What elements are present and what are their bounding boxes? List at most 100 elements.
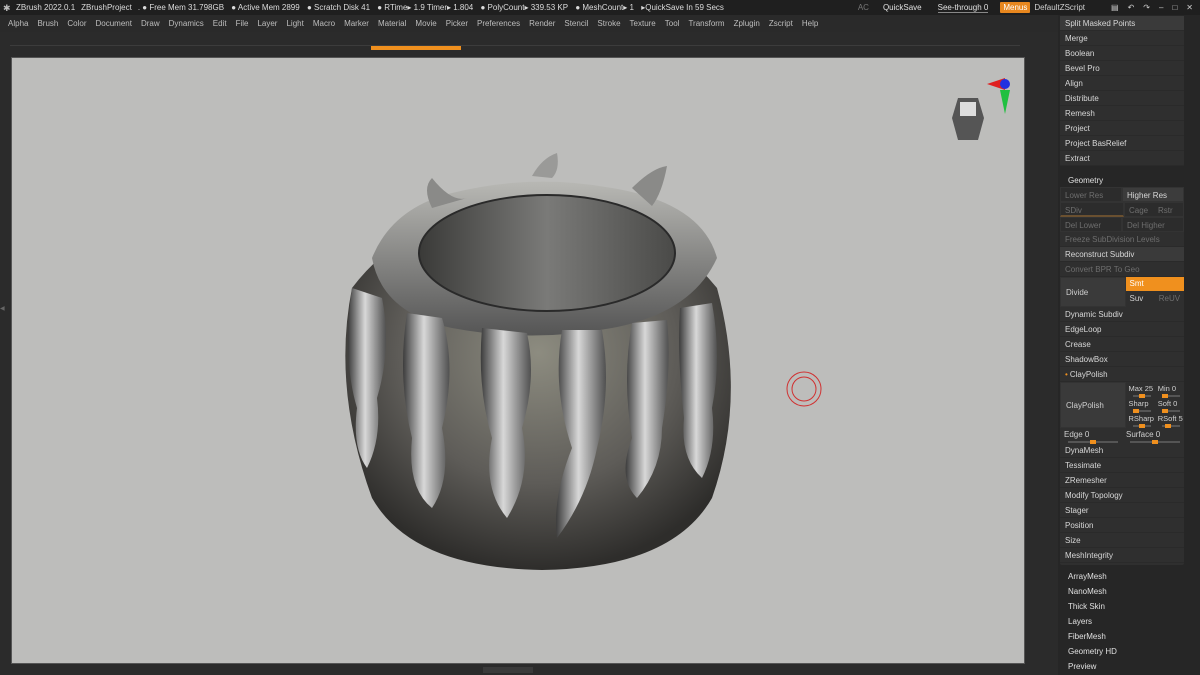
del-lower-button[interactable]: Del Lower (1060, 217, 1122, 232)
menu-tool[interactable]: Tool (665, 19, 680, 28)
close-icon[interactable]: ✕ (1186, 3, 1196, 12)
maximize-icon[interactable]: □ (1172, 3, 1180, 12)
suv-toggle[interactable]: Suv (1126, 291, 1155, 306)
menu-color[interactable]: Color (67, 19, 86, 28)
menu-alpha[interactable]: Alpha (8, 19, 28, 28)
surface-slider[interactable]: Surface 0 (1122, 428, 1184, 444)
menu-stencil[interactable]: Stencil (564, 19, 588, 28)
dynamesh-button[interactable]: DynaMesh (1060, 443, 1184, 458)
project-basrelief-button[interactable]: Project BasRelief (1060, 136, 1184, 151)
dynamic-subdiv-button[interactable]: Dynamic Subdiv (1060, 307, 1184, 322)
min-slider[interactable]: Min 0 (1155, 382, 1184, 398)
max-slider[interactable]: Max 25 (1126, 382, 1155, 398)
claypolish-header[interactable]: • ClayPolish (1060, 367, 1184, 382)
geometry-hd-button[interactable]: Geometry HD (1062, 644, 1186, 659)
shadowbox-button[interactable]: ShadowBox (1060, 352, 1184, 367)
menu-zplugin[interactable]: Zplugin (734, 19, 760, 28)
active-mem-stat: ● Active Mem 2899 (231, 3, 300, 12)
layers-button[interactable]: Layers (1062, 614, 1186, 629)
bevel-pro-button[interactable]: Bevel Pro (1060, 61, 1184, 76)
see-through-slider[interactable]: See-through 0 (937, 3, 989, 13)
edgeloop-button[interactable]: EdgeLoop (1060, 322, 1184, 337)
boolean-button[interactable]: Boolean (1060, 46, 1184, 61)
minimize-icon[interactable]: – (1159, 3, 1166, 12)
status-stats: . ● Free Mem 31.798GB ● Active Mem 2899 … (138, 3, 729, 12)
fibermesh-button[interactable]: FiberMesh (1062, 629, 1186, 644)
tessimate-button[interactable]: Tessimate (1060, 458, 1184, 473)
menu-brush[interactable]: Brush (37, 19, 58, 28)
menu-edit[interactable]: Edit (213, 19, 227, 28)
default-zscript-button[interactable]: DefaultZScript (1034, 3, 1085, 12)
lower-res-button[interactable]: Lower Res (1060, 187, 1122, 202)
menu-material[interactable]: Material (378, 19, 406, 28)
divide-button[interactable]: Divide (1060, 277, 1126, 307)
ac-button[interactable]: AC (858, 3, 869, 12)
stager-button[interactable]: Stager (1060, 503, 1184, 518)
sharp-slider[interactable]: Sharp (1126, 397, 1155, 413)
split-masked-points-button[interactable]: Split Masked Points (1060, 16, 1184, 31)
position-button[interactable]: Position (1060, 518, 1184, 533)
menu-layer[interactable]: Layer (257, 19, 277, 28)
crease-button[interactable]: Crease (1060, 337, 1184, 352)
layout-icon[interactable]: ▤ (1111, 3, 1122, 12)
distribute-button[interactable]: Distribute (1060, 91, 1184, 106)
rsharp-slider[interactable]: RSharp (1126, 412, 1155, 428)
reuv-button[interactable]: ReUV (1155, 291, 1184, 306)
active-tab-indicator[interactable] (371, 46, 461, 50)
rstr-button[interactable]: Rstr (1154, 203, 1183, 216)
zremesher-button[interactable]: ZRemesher (1060, 473, 1184, 488)
merge-button[interactable]: Merge (1060, 31, 1184, 46)
edge-slider[interactable]: Edge 0 (1060, 428, 1122, 444)
soft-slider[interactable]: Soft 0 (1155, 397, 1184, 413)
menu-dynamics[interactable]: Dynamics (169, 19, 204, 28)
menu-draw[interactable]: Draw (141, 19, 160, 28)
reconstruct-subdiv-button[interactable]: Reconstruct Subdiv (1060, 247, 1184, 262)
geometry-header[interactable]: Geometry (1060, 174, 1184, 187)
freeze-subdivision-button[interactable]: Freeze SubDivision Levels (1060, 232, 1184, 247)
menu-movie[interactable]: Movie (415, 19, 436, 28)
window-controls: ▤ ↶ ↷ – □ ✕ (1105, 3, 1196, 12)
bottom-tray-handle[interactable] (483, 667, 533, 673)
left-tray-handle[interactable]: ◀ (0, 305, 6, 365)
arraymesh-button[interactable]: ArrayMesh (1062, 569, 1186, 584)
meshintegrity-button[interactable]: MeshIntegrity (1060, 548, 1184, 563)
menu-picker[interactable]: Picker (446, 19, 468, 28)
menu-stroke[interactable]: Stroke (597, 19, 620, 28)
nanomesh-button[interactable]: NanoMesh (1062, 584, 1186, 599)
cage-button[interactable]: Cage (1125, 203, 1154, 216)
thick-skin-button[interactable]: Thick Skin (1062, 599, 1186, 614)
menu-marker[interactable]: Marker (344, 19, 369, 28)
timer-stat: ● RTime▸ 1.9 Timer▸ 1.804 (377, 3, 474, 12)
sdiv-slider[interactable]: SDiv (1060, 202, 1124, 217)
redo-icon[interactable]: ↷ (1143, 3, 1153, 12)
navigation-gizmo-icon[interactable] (952, 78, 1010, 140)
extract-button[interactable]: Extract (1060, 151, 1184, 166)
claypolish-button[interactable]: ClayPolish (1060, 382, 1126, 428)
size-button[interactable]: Size (1060, 533, 1184, 548)
menu-macro[interactable]: Macro (313, 19, 335, 28)
rsoft-label: RSoft 5 (1157, 414, 1183, 423)
align-button[interactable]: Align (1060, 76, 1184, 91)
convert-bpr-button[interactable]: Convert BPR To Geo (1060, 262, 1184, 277)
viewport-canvas[interactable] (11, 57, 1025, 664)
menu-light[interactable]: Light (286, 19, 303, 28)
rsoft-slider[interactable]: RSoft 5 (1155, 412, 1184, 428)
smt-toggle[interactable]: Smt (1125, 277, 1184, 291)
project-button[interactable]: Project (1060, 121, 1184, 136)
menu-zscript[interactable]: Zscript (769, 19, 793, 28)
preview-button[interactable]: Preview (1062, 659, 1186, 674)
remesh-button[interactable]: Remesh (1060, 106, 1184, 121)
del-higher-button[interactable]: Del Higher (1122, 217, 1184, 232)
undo-icon[interactable]: ↶ (1128, 3, 1138, 12)
menu-transform[interactable]: Transform (688, 19, 724, 28)
menu-document[interactable]: Document (96, 19, 132, 28)
menu-file[interactable]: File (236, 19, 249, 28)
menu-texture[interactable]: Texture (630, 19, 656, 28)
menu-preferences[interactable]: Preferences (477, 19, 520, 28)
menus-toggle-button[interactable]: Menus (1000, 2, 1031, 13)
modify-topology-button[interactable]: Modify Topology (1060, 488, 1184, 503)
quicksave-button[interactable]: QuickSave (883, 3, 922, 12)
menu-render[interactable]: Render (529, 19, 555, 28)
higher-res-button[interactable]: Higher Res (1122, 187, 1184, 202)
menu-help[interactable]: Help (802, 19, 818, 28)
